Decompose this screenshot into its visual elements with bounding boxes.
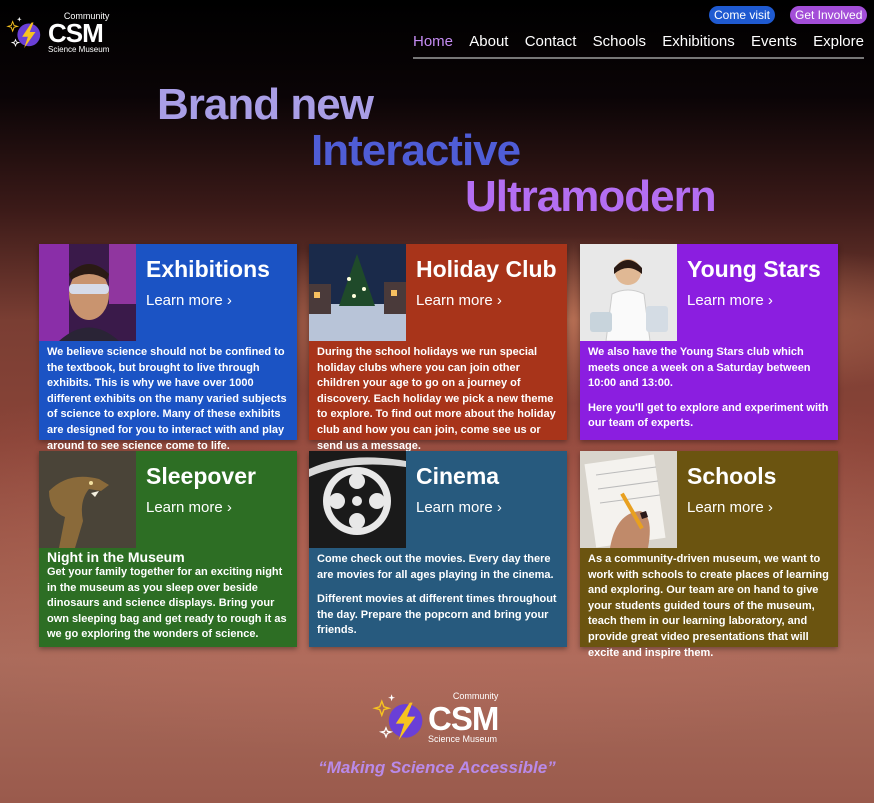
sleepover-image (39, 451, 136, 548)
hero-line-1: Brand new (157, 80, 374, 129)
card-body: During the school holidays we run specia… (317, 345, 561, 454)
card-paragraph: During the school holidays we run specia… (317, 346, 556, 452)
footer-tagline: “Making Science Accessible” (318, 758, 556, 777)
logo-community-text: Community (63, 11, 110, 21)
logo-title: CSM (428, 700, 499, 737)
card-body: We also have the Young Stars club which … (588, 345, 832, 432)
learn-more-link[interactable]: Learn more › (146, 292, 232, 309)
site-logo[interactable]: Community CSM Science Museum (6, 12, 109, 54)
learn-more-link[interactable]: Learn more › (416, 499, 502, 516)
card-body: Come check out the movies. Every day the… (317, 552, 561, 639)
nav-about[interactable]: About (469, 33, 508, 57)
learn-more-link[interactable]: Learn more › (687, 499, 773, 516)
card-paragraph: Here you'll get to explore and experimen… (588, 401, 829, 430)
nav-explore[interactable]: Explore (813, 33, 864, 57)
nav-exhibitions[interactable]: Exhibitions (662, 33, 735, 57)
holiday-club-image (309, 244, 406, 341)
card-body: As a community-driven museum, we want to… (588, 552, 832, 661)
nav-home[interactable]: Home (413, 33, 453, 57)
card-paragraph: We believe science should not be confine… (47, 346, 287, 452)
schools-image (580, 451, 677, 548)
lightning-logo-icon (6, 16, 41, 49)
card-paragraph: Different movies at different times thro… (317, 593, 557, 637)
card-title: Sleepover (146, 463, 256, 489)
hero-line-2: Interactive (311, 126, 521, 175)
logo-community-text: Community (452, 691, 499, 701)
card-body: We believe science should not be confine… (47, 345, 291, 454)
card-paragraph: Get your family together for an exciting… (47, 566, 287, 641)
get-involved-button[interactable]: Get Involved (790, 6, 868, 24)
card-schools: Schools Learn more › As a community-driv… (580, 451, 838, 659)
card-holiday-club: Holiday Club Learn more › During the sch… (309, 244, 567, 452)
card-title: Exhibitions (146, 256, 270, 282)
exhibitions-image (39, 244, 136, 341)
card-title: Young Stars (687, 256, 821, 282)
card-body: Night in the Museum Get your family toge… (47, 549, 291, 643)
logo-subtitle: Science Museum (48, 45, 110, 54)
card-title: Schools (687, 463, 777, 489)
young-stars-image (580, 244, 677, 341)
card-paragraph: As a community-driven museum, we want to… (588, 553, 829, 659)
logo-subtitle: Science Museum (428, 734, 498, 744)
card-sleepover: Sleepover Learn more › Night in the Muse… (39, 451, 297, 647)
cinema-image (309, 451, 406, 548)
learn-more-link[interactable]: Learn more › (416, 292, 502, 309)
card-title: Holiday Club (416, 256, 557, 282)
footer-logo[interactable]: Community CSM Science Museum (372, 690, 499, 746)
card-paragraph: Come check out the movies. Every day the… (317, 553, 554, 581)
logo-title: CSM (48, 18, 104, 48)
nav-events[interactable]: Events (751, 33, 797, 57)
card-young-stars: Young Stars Learn more › We also have th… (580, 244, 838, 440)
come-visit-button[interactable]: Come visit (709, 6, 776, 24)
learn-more-link[interactable]: Learn more › (146, 499, 232, 516)
card-cinema: Cinema Learn more › Come check out the m… (309, 451, 567, 647)
hero-line-3: Ultramodern (465, 172, 717, 221)
card-paragraph: We also have the Young Stars club which … (588, 346, 811, 390)
card-subheading: Night in the Museum (47, 549, 185, 565)
nav-schools[interactable]: Schools (593, 33, 646, 57)
learn-more-link[interactable]: Learn more › (687, 292, 773, 309)
card-title: Cinema (416, 463, 500, 489)
main-nav: Home About Contact Schools Exhibitions E… (413, 33, 864, 59)
lightning-logo-icon (372, 694, 423, 741)
card-exhibitions: Exhibitions Learn more › We believe scie… (39, 244, 297, 452)
nav-contact[interactable]: Contact (525, 33, 577, 57)
